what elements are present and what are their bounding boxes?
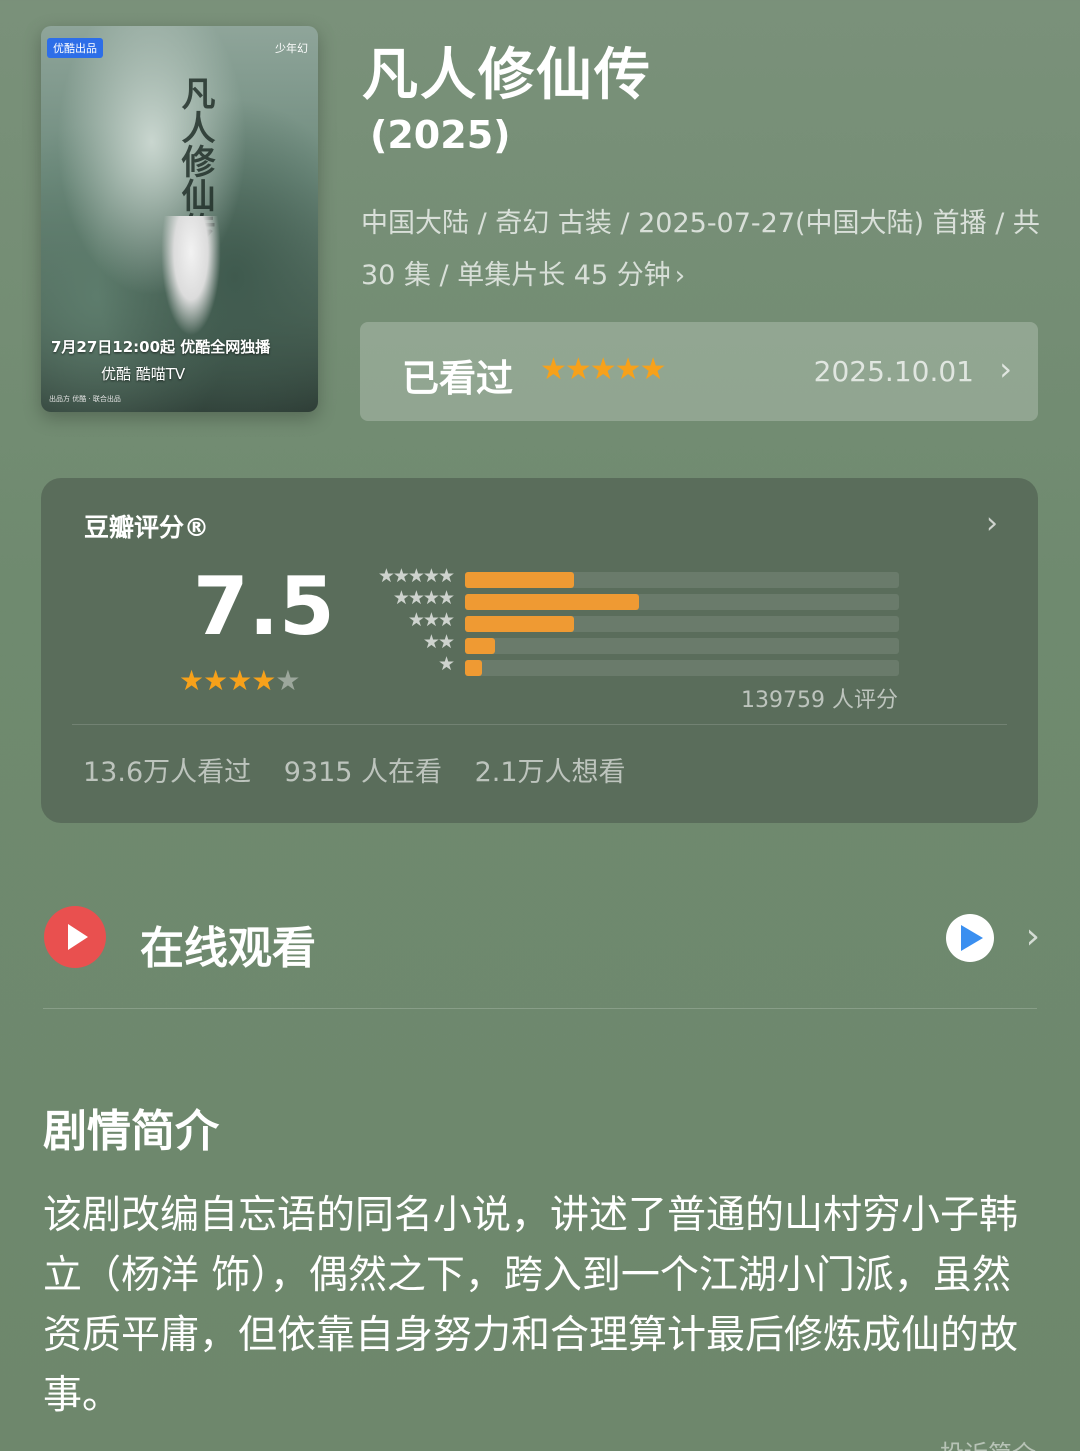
rating-row-track — [465, 638, 899, 654]
show-meta[interactable]: 中国大陆 / 奇幻 古装 / 2025-07-27(中国大陆) 首播 / 共 3… — [361, 198, 1041, 302]
rating-row-bar — [465, 638, 496, 654]
show-title: 凡人修仙传 — [362, 43, 652, 108]
rating-score: 7.5 — [193, 560, 335, 653]
rating-stars: ★★★★★ — [179, 664, 301, 697]
poster-credits-line: 出品方 优酷 · 联合出品 — [49, 395, 121, 403]
play-icon — [44, 906, 106, 968]
rating-row-label: ★ — [437, 653, 455, 675]
rating-row-2: ★★ — [341, 631, 901, 654]
rating-row-track — [465, 660, 899, 676]
rating-label: 豆瓣评分® — [84, 513, 210, 542]
report-synopsis-link[interactable]: 投诉简介 — [940, 1434, 1036, 1451]
chevron-right-icon: › — [674, 261, 686, 291]
rating-row-3: ★★★ — [341, 609, 901, 632]
douban-rating-card[interactable]: 豆瓣评分® › 7.5 ★★★★★ ★★★★★ ★★★★ ★★★ ★★ ★ 13… — [41, 478, 1038, 823]
rating-row-5: ★★★★★ — [341, 565, 901, 588]
my-rating-stars: ★★★★★ — [540, 352, 666, 387]
rating-row-track — [465, 572, 899, 588]
rating-row-bar — [465, 660, 483, 676]
watched-count[interactable]: 13.6万人看过 — [83, 757, 251, 788]
watch-online-row[interactable]: 在线观看 › — [44, 906, 1040, 974]
rating-row-label: ★★★ — [407, 609, 455, 631]
rating-row-4: ★★★★ — [341, 587, 901, 610]
youku-logo-icon — [946, 914, 994, 962]
rating-row-bar — [465, 572, 574, 588]
rating-count: 139759 人评分 — [741, 688, 898, 713]
poster-tag: 优酷出品 — [47, 38, 103, 58]
rating-row-track — [465, 616, 899, 632]
rating-stars-empty: ★ — [275, 664, 300, 697]
rating-row-label: ★★ — [422, 631, 455, 653]
rating-row-bar — [465, 594, 639, 610]
rating-row-bar — [465, 616, 574, 632]
poster-image[interactable]: 优酷出品 少年幻 凡人修仙传 7月27日12:00起 优酷全网独播 优酷 酷喵T… — [41, 26, 318, 412]
watched-date: 2025.10.01 — [813, 355, 974, 388]
poster-brand: 少年幻 — [275, 42, 308, 55]
watch-online-label: 在线观看 — [140, 923, 316, 974]
rating-row-label: ★★★★ — [392, 587, 455, 609]
show-meta-text: 中国大陆 / 奇幻 古装 / 2025-07-27(中国大陆) 首播 / 共 3… — [361, 208, 1040, 291]
rating-stars-filled: ★★★★ — [179, 664, 276, 697]
divider — [72, 724, 1007, 725]
chevron-right-icon: › — [986, 506, 998, 541]
want-to-watch-count[interactable]: 2.1万人想看 — [475, 757, 626, 788]
synopsis-text: 该剧改编自忘语的同名小说，讲述了普通的山村穷小子韩立（杨洋 饰），偶然之下，跨入… — [43, 1193, 1019, 1418]
audience-stats: 13.6万人看过 9315 人在看 2.1万人想看 — [83, 750, 650, 789]
poster-release-line: 7月27日12:00起 优酷全网独播 — [51, 338, 271, 356]
chevron-right-icon: › — [1025, 916, 1040, 957]
divider — [43, 1008, 1037, 1009]
watching-count[interactable]: 9315 人在看 — [284, 757, 442, 788]
watched-label: 已看过 — [402, 357, 513, 400]
poster-figure — [161, 216, 221, 336]
rating-row-track — [465, 594, 899, 610]
rating-row-label: ★★★★★ — [377, 565, 455, 587]
rating-row-1: ★ — [341, 653, 901, 676]
poster-platform-line: 优酷 酷喵TV — [101, 365, 186, 383]
watched-status-button[interactable]: 已看过 ★★★★★ 2025.10.01 › — [360, 322, 1038, 421]
chevron-right-icon: › — [999, 350, 1012, 388]
show-year: (2025) — [370, 113, 511, 157]
synopsis-title: 剧情简介 — [43, 1106, 219, 1157]
